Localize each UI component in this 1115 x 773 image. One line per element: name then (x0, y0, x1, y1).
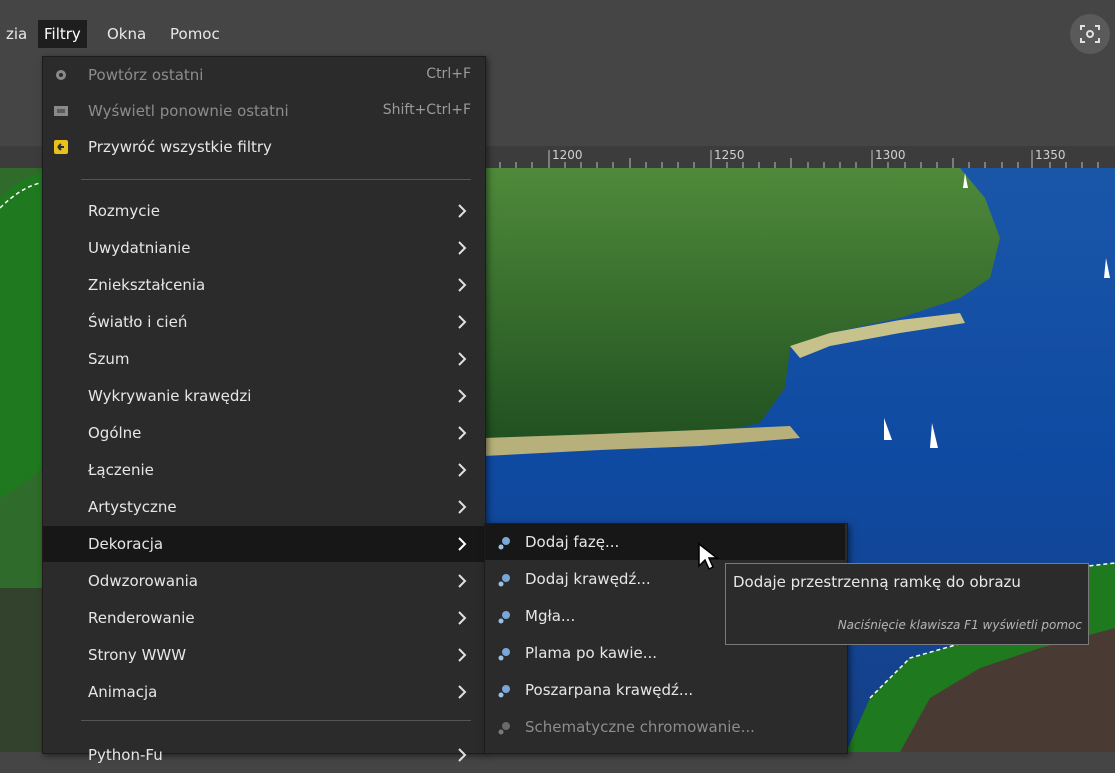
chevron-right-icon (458, 463, 467, 477)
menu-filtry[interactable]: Filtry (38, 20, 87, 48)
menu-item-artystyczne[interactable]: Artystyczne (43, 489, 485, 525)
menu-item-label: Odwzorowania (88, 572, 198, 590)
menu-separator (81, 720, 471, 721)
tooltip-hint: Naciśnięcie klawisza F1 wyświetli pomoc (837, 618, 1082, 632)
menu-item-animacja[interactable]: Animacja (43, 674, 485, 710)
chevron-right-icon (458, 352, 467, 366)
menu-item-label: Przywróć wszystkie filtry (88, 138, 272, 156)
menu-item-swiatlo-i-cien[interactable]: Światło i cień (43, 304, 485, 340)
screenshot-camera-button[interactable] (1070, 14, 1110, 54)
menu-item-label: Łączenie (88, 461, 154, 479)
menu-item-szum[interactable]: Szum (43, 341, 485, 377)
menu-item-reshow-last[interactable]: Wyświetl ponownie ostatni Shift+Ctrl+F (43, 93, 485, 129)
ruler-label-1350: 1350 (1035, 148, 1066, 162)
submenu-item-label: Dodaj krawędź... (525, 570, 651, 588)
menu-item-label: Ogólne (88, 424, 142, 442)
menu-item-uwydatnianie[interactable]: Uwydatnianie (43, 230, 485, 266)
camera-icon (1080, 25, 1100, 43)
ruler-label-1250: 1250 (714, 148, 745, 162)
menu-item-label: Szum (88, 350, 130, 368)
menu-item-label: Powtórz ostatni (88, 66, 204, 84)
menu-item-label: Wykrywanie krawędzi (88, 387, 252, 405)
ruler-label-1300: 1300 (875, 148, 906, 162)
chevron-right-icon (458, 204, 467, 218)
menu-item-repeat-last[interactable]: Powtórz ostatni Ctrl+F (43, 57, 485, 93)
tooltip-text: Dodaje przestrzenną ramkę do obrazu (733, 573, 1021, 591)
chevron-right-icon (458, 574, 467, 588)
menu-item-label: Animacja (88, 683, 158, 701)
script-gear-icon (498, 574, 510, 587)
submenu-item-label: Poszarpana krawędź... (525, 681, 694, 699)
script-gear-icon (498, 648, 510, 661)
submenu-item-schematyczne-chromowanie[interactable]: Schematyczne chromowanie... (485, 709, 845, 745)
script-gear-icon (498, 722, 510, 735)
menu-item-renderowanie[interactable]: Renderowanie (43, 600, 485, 636)
menu-item-wykrywanie-krawedzi[interactable]: Wykrywanie krawędzi (43, 378, 485, 414)
menu-edycja-partial[interactable]: zia (0, 20, 33, 48)
gears-icon (54, 106, 68, 116)
chevron-right-icon (458, 241, 467, 255)
menu-item-label: Światło i cień (88, 313, 188, 331)
chevron-right-icon (458, 389, 467, 403)
chevron-right-icon (458, 278, 467, 292)
script-gear-icon (498, 537, 510, 550)
menu-item-label: Renderowanie (88, 609, 195, 627)
menu-item-rozmycie[interactable]: Rozmycie (43, 193, 485, 229)
menu-item-label: Artystyczne (88, 498, 177, 516)
menu-item-python-fu[interactable]: Python-Fu (43, 737, 485, 773)
menu-item-label: Uwydatnianie (88, 239, 191, 257)
chevron-right-icon (458, 748, 467, 762)
shortcut-label: Shift+Ctrl+F (382, 102, 471, 118)
submenu-item-label: Mgła... (525, 607, 576, 625)
submenu-item-label: Dodaj fazę... (525, 533, 620, 551)
menu-item-laczenie[interactable]: Łączenie (43, 452, 485, 488)
mouse-pointer-icon (698, 542, 719, 571)
chevron-right-icon (458, 611, 467, 625)
script-gear-icon (498, 685, 510, 698)
submenu-item-dodaj-faze[interactable]: Dodaj fazę... (485, 524, 845, 560)
chevron-right-icon (458, 500, 467, 514)
tooltip: Dodaje przestrzenną ramkę do obrazu Naci… (725, 563, 1089, 645)
menu-item-label: Strony WWW (88, 646, 187, 664)
menu-item-label: Python-Fu (88, 746, 163, 764)
filters-menu: Powtórz ostatni Ctrl+F Wyświetl ponownie… (42, 56, 486, 764)
submenu-item-label: Plama po kawie... (525, 644, 658, 662)
chevron-right-icon (458, 648, 467, 662)
reset-icon (54, 140, 68, 154)
menu-okna[interactable]: Okna (101, 20, 152, 48)
menu-item-ogolne[interactable]: Ogólne (43, 415, 485, 451)
menu-item-dekoracja[interactable]: Dekoracja (43, 526, 485, 562)
shortcut-label: Ctrl+F (426, 66, 471, 82)
chevron-right-icon (458, 537, 467, 551)
menu-item-znieksztalcenia[interactable]: Zniekształcenia (43, 267, 485, 303)
menu-pomoc[interactable]: Pomoc (164, 20, 226, 48)
gear-icon (56, 70, 66, 80)
menubar: zia Filtry Okna Pomoc (0, 0, 1115, 58)
menu-item-strony-www[interactable]: Strony WWW (43, 637, 485, 673)
menu-item-reset-all-filters[interactable]: Przywróć wszystkie filtry (43, 129, 485, 165)
submenu-item-poszarpana-krawedz[interactable]: Poszarpana krawędź... (485, 672, 845, 708)
script-gear-icon (498, 611, 510, 624)
chevron-right-icon (458, 685, 467, 699)
chevron-right-icon (458, 315, 467, 329)
submenu-item-label: Schematyczne chromowanie... (525, 718, 755, 736)
menu-item-odwzorowania[interactable]: Odwzorowania (43, 563, 485, 599)
ruler-label-1200: 1200 (552, 148, 583, 162)
menu-item-label: Dekoracja (88, 535, 164, 553)
menu-item-label: Zniekształcenia (88, 276, 206, 294)
menu-separator (81, 179, 471, 180)
menu-item-label: Rozmycie (88, 202, 160, 220)
menu-item-label: Wyświetl ponownie ostatni (88, 102, 289, 120)
chevron-right-icon (458, 426, 467, 440)
